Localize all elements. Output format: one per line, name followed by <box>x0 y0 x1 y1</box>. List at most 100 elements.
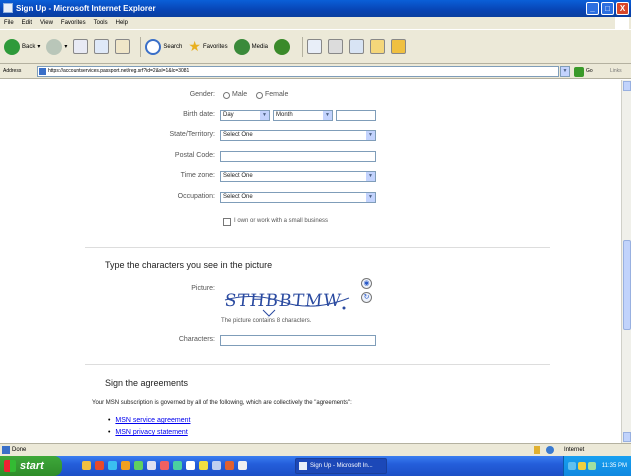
birth-day-select[interactable]: Day ▼ <box>220 110 270 121</box>
history-button[interactable] <box>273 36 292 58</box>
page-icon <box>39 68 46 75</box>
menu-file[interactable]: File <box>4 17 14 29</box>
quick-launch-icon[interactable] <box>147 461 156 470</box>
captcha-image: STHBBTMW <box>223 280 355 318</box>
gender-label: Gender: <box>189 91 215 98</box>
menu-favorites[interactable]: Favorites <box>61 17 86 29</box>
print-button[interactable] <box>327 36 343 58</box>
quick-launch-icon[interactable] <box>173 461 182 470</box>
captcha-note: The picture contains 8 characters. <box>221 318 312 324</box>
birth-year-input[interactable] <box>336 110 376 121</box>
quick-launch-icon[interactable] <box>82 461 91 470</box>
quick-launch-icon[interactable] <box>95 461 104 470</box>
quick-launch-icon[interactable] <box>121 461 130 470</box>
quick-launch-icon[interactable] <box>134 461 143 470</box>
edit-icon <box>348 39 364 54</box>
links-button[interactable]: Links <box>610 64 622 79</box>
birth-date-row: Birth date: Day ▼ Month ▼ <box>0 110 621 122</box>
birth-month-select[interactable]: Month ▼ <box>273 110 333 121</box>
go-arrow-icon <box>574 66 584 77</box>
forward-button[interactable]: ▾ <box>46 36 67 58</box>
quick-launch-icon[interactable] <box>199 461 208 470</box>
timezone-row: Time zone: Select One ▼ <box>0 171 621 183</box>
quick-launch-icon[interactable] <box>238 461 247 470</box>
chevron-down-icon: ▼ <box>366 172 375 181</box>
status-text: Done <box>12 447 27 453</box>
stop-button[interactable] <box>73 36 89 58</box>
quick-launch-icon[interactable] <box>225 461 234 470</box>
address-bar: Address https://accountservices.passport… <box>0 64 631 79</box>
refresh-captcha-button[interactable]: ↻ <box>361 292 372 303</box>
gender-male-radio[interactable] <box>223 92 230 99</box>
address-input[interactable]: https://accountservices.passport.net/reg… <box>37 66 559 77</box>
gender-female-radio[interactable] <box>256 92 263 99</box>
agreements-intro: Your MSN subscription is governed by all… <box>92 400 352 406</box>
back-button[interactable]: Back ▾ <box>4 36 40 58</box>
go-button[interactable]: Go <box>574 66 593 77</box>
maximize-button[interactable]: □ <box>601 2 614 15</box>
history-icon <box>273 38 290 55</box>
taskbar-ie-window[interactable]: Sign Up - Microsoft In... <box>295 458 387 474</box>
messenger-icon <box>390 39 406 54</box>
chevron-down-icon: ▼ <box>323 111 332 120</box>
tray-security-icon[interactable] <box>588 462 596 470</box>
tray-network-icon[interactable] <box>568 462 576 470</box>
postal-code-label: Postal Code: <box>174 152 215 159</box>
favorites-button[interactable]: ★ Favorites <box>188 36 227 58</box>
menu-tools[interactable]: Tools <box>94 17 108 29</box>
birth-date-label: Birth date: <box>183 111 215 118</box>
browser-toolbar: Back ▾ ▾ Search ★ Favorites Media <box>0 29 631 64</box>
vertical-scrollbar[interactable] <box>621 80 631 443</box>
minimize-button[interactable]: _ <box>586 2 599 15</box>
messenger-button[interactable] <box>390 36 406 58</box>
window-title-bar: Sign Up - Microsoft Internet Explorer _ … <box>0 0 631 17</box>
state-select[interactable]: Select One ▼ <box>220 130 376 141</box>
menu-help[interactable]: Help <box>116 17 128 29</box>
tray-volume-icon[interactable] <box>578 462 586 470</box>
page-done-icon <box>2 446 10 454</box>
quick-launch-icon[interactable] <box>160 461 169 470</box>
small-business-checkbox[interactable] <box>223 218 231 226</box>
privacy-statement-link[interactable]: MSN privacy statement <box>115 429 187 436</box>
edit-button[interactable] <box>348 36 364 58</box>
quick-launch-icon[interactable] <box>186 461 195 470</box>
occupation-select[interactable]: Select One ▼ <box>220 192 376 203</box>
refresh-button[interactable] <box>94 36 110 58</box>
scroll-up-button[interactable] <box>623 81 631 91</box>
audio-captcha-button[interactable]: ◉ <box>361 278 372 289</box>
go-label: Go <box>586 68 593 74</box>
mail-icon <box>306 39 322 54</box>
search-label: Search <box>163 43 183 50</box>
search-icon <box>145 38 162 55</box>
scroll-down-button[interactable] <box>623 432 631 442</box>
favorites-label: Favorites <box>202 43 228 50</box>
quick-launch-icon[interactable] <box>212 461 221 470</box>
home-button[interactable] <box>115 36 131 58</box>
ie-icon <box>299 462 307 470</box>
menu-view[interactable]: View <box>40 17 53 29</box>
folder-icon <box>369 39 385 54</box>
service-agreement-link[interactable]: MSN service agreement <box>115 417 190 424</box>
clock[interactable]: 11:35 PM <box>602 463 627 469</box>
captcha-graphic: STHBBTMW <box>224 291 350 317</box>
toolbar-separator <box>140 36 142 57</box>
characters-input[interactable] <box>220 335 376 346</box>
timezone-select[interactable]: Select One ▼ <box>220 171 376 182</box>
mail-button[interactable] <box>306 36 322 58</box>
folder-button[interactable] <box>369 36 385 58</box>
close-button[interactable]: X <box>616 2 629 15</box>
address-dropdown-button[interactable]: ▼ <box>560 66 570 77</box>
occupation-row: Occupation: Select One ▼ <box>0 192 621 204</box>
media-button[interactable]: Media <box>233 36 268 58</box>
captcha-text: STHBBTMW <box>224 291 343 311</box>
captcha-heading: Type the characters you see in the pictu… <box>105 260 273 270</box>
back-arrow-icon <box>4 38 20 55</box>
characters-label: Characters: <box>178 336 215 343</box>
forward-arrow-icon <box>46 38 63 55</box>
search-button[interactable]: Search <box>145 36 182 58</box>
start-button[interactable]: start <box>0 456 62 476</box>
postal-code-input[interactable] <box>220 151 376 162</box>
quick-launch-icon[interactable] <box>108 461 117 470</box>
scroll-thumb[interactable] <box>623 240 631 330</box>
menu-edit[interactable]: Edit <box>22 17 32 29</box>
